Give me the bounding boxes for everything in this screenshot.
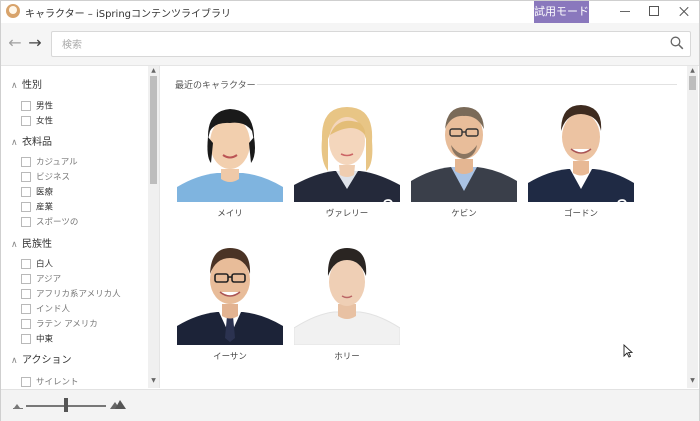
zoom-out-icon[interactable] bbox=[13, 401, 23, 409]
checkbox[interactable] bbox=[21, 333, 31, 344]
filter-option[interactable]: アジア bbox=[21, 268, 61, 285]
chevron-up-icon: ∧ bbox=[11, 81, 18, 91]
toolbar: ← → bbox=[1, 23, 699, 66]
character-name: ヴァレリー bbox=[325, 209, 369, 219]
scroll-up-icon[interactable]: ▲ bbox=[150, 68, 157, 74]
filter-option[interactable]: スポーツの bbox=[21, 211, 78, 228]
zoom-in-icon[interactable] bbox=[109, 398, 127, 410]
filter-option[interactable]: ラテン アメリカ bbox=[21, 313, 98, 330]
back-button[interactable]: ← bbox=[7, 35, 23, 51]
checkbox[interactable] bbox=[21, 216, 31, 227]
forward-button[interactable]: → bbox=[27, 35, 43, 51]
gallery-scrollbar[interactable]: ▲ ▼ bbox=[687, 66, 698, 388]
character-card[interactable]: ヴァレリー bbox=[294, 99, 400, 221]
trial-mode-badge[interactable]: 試用モード bbox=[534, 1, 589, 23]
character-name: ゴードン bbox=[563, 209, 598, 219]
checkbox[interactable] bbox=[21, 156, 31, 167]
search-icon[interactable] bbox=[670, 36, 684, 50]
chevron-up-icon: ∧ bbox=[11, 240, 18, 250]
minimize-button[interactable] bbox=[606, 1, 640, 23]
filter-group-ethnicity[interactable]: ∧ 民族性 bbox=[11, 235, 52, 250]
checkbox[interactable] bbox=[21, 186, 31, 197]
filter-option[interactable]: 男性 bbox=[21, 95, 53, 112]
mouse-cursor-icon bbox=[623, 344, 633, 358]
scroll-down-icon[interactable]: ▼ bbox=[150, 378, 157, 384]
checkbox[interactable] bbox=[21, 201, 31, 212]
filter-group-gender[interactable]: ∧ 性別 bbox=[11, 76, 42, 91]
sidebar-scrollbar[interactable]: ▲ ▼ bbox=[148, 66, 159, 388]
section-divider bbox=[257, 84, 677, 85]
character-name: メイリ bbox=[217, 209, 243, 219]
zoom-slider-handle[interactable] bbox=[64, 398, 68, 412]
character-portrait bbox=[528, 99, 634, 202]
filter-option[interactable]: 女性 bbox=[21, 110, 53, 127]
checkbox[interactable] bbox=[21, 100, 31, 111]
gallery-scroll-thumb[interactable] bbox=[689, 76, 696, 90]
character-portrait bbox=[411, 99, 517, 202]
character-portrait bbox=[294, 242, 400, 345]
filter-option[interactable]: ビジネス bbox=[21, 166, 70, 183]
character-portrait bbox=[177, 99, 283, 202]
character-gallery: 最近のキャラクター メイリ ヴァレリー ケビン ゴードン イーサン ホリー ▲ … bbox=[160, 66, 698, 388]
chevron-up-icon: ∧ bbox=[11, 138, 18, 148]
section-title: 最近のキャラクター bbox=[175, 81, 256, 91]
search-input[interactable] bbox=[60, 35, 654, 55]
character-card[interactable]: ゴードン bbox=[528, 99, 634, 221]
checkbox[interactable] bbox=[21, 258, 31, 269]
filter-group-clothing[interactable]: ∧ 衣料品 bbox=[11, 133, 52, 148]
app-logo-icon bbox=[6, 4, 20, 18]
checkbox[interactable] bbox=[21, 376, 31, 387]
filter-option[interactable]: 白人 bbox=[21, 253, 53, 270]
close-button[interactable] bbox=[667, 1, 700, 23]
maximize-button[interactable] bbox=[637, 1, 671, 23]
filter-option[interactable]: インド人 bbox=[21, 298, 70, 315]
app-window: キャラクター – iSpringコンテンツライブラリ 試用モード ← → ∧性別… bbox=[0, 0, 700, 421]
checkbox[interactable] bbox=[21, 273, 31, 284]
filter-option[interactable]: 産業 bbox=[21, 196, 53, 213]
status-bar bbox=[1, 389, 699, 421]
checkbox[interactable] bbox=[21, 288, 31, 299]
character-portrait bbox=[177, 242, 283, 345]
checkbox[interactable] bbox=[21, 171, 31, 182]
character-card[interactable]: ケビン bbox=[411, 99, 517, 221]
chevron-up-icon: ∧ bbox=[11, 356, 18, 366]
character-name: ホリー bbox=[334, 352, 360, 362]
filter-option[interactable]: サイレント bbox=[21, 371, 79, 388]
scroll-up-icon[interactable]: ▲ bbox=[689, 68, 696, 74]
checkbox[interactable] bbox=[21, 318, 31, 329]
filter-sidebar: ∧ 性別 男性 女性 ∧ 衣料品 カジュアル ビジネス 医療 産業 スポーツの ∧ 民… bbox=[1, 66, 160, 388]
character-name: イーサン bbox=[213, 352, 247, 362]
filter-option[interactable]: アフリカ系アメリカ人 bbox=[21, 283, 121, 300]
filter-option[interactable]: 医療 bbox=[21, 181, 53, 198]
character-card[interactable]: イーサン bbox=[177, 242, 283, 364]
character-portrait bbox=[294, 99, 400, 202]
filter-option[interactable]: カジュアル bbox=[21, 151, 78, 168]
character-name: ケビン bbox=[451, 209, 477, 219]
search-box[interactable] bbox=[51, 31, 691, 57]
character-card[interactable]: ホリー bbox=[294, 242, 400, 364]
window-title: キャラクター – iSpringコンテンツライブラリ bbox=[25, 9, 232, 20]
filter-group-action[interactable]: ∧ アクション bbox=[11, 351, 72, 366]
scroll-down-icon[interactable]: ▼ bbox=[689, 378, 696, 384]
sidebar-scroll-thumb[interactable] bbox=[150, 76, 157, 184]
checkbox[interactable] bbox=[21, 303, 31, 314]
character-card[interactable]: メイリ bbox=[177, 99, 283, 221]
checkbox[interactable] bbox=[21, 115, 31, 126]
filter-option[interactable]: 中東 bbox=[21, 328, 53, 345]
title-bar: キャラクター – iSpringコンテンツライブラリ 試用モード bbox=[1, 1, 699, 23]
